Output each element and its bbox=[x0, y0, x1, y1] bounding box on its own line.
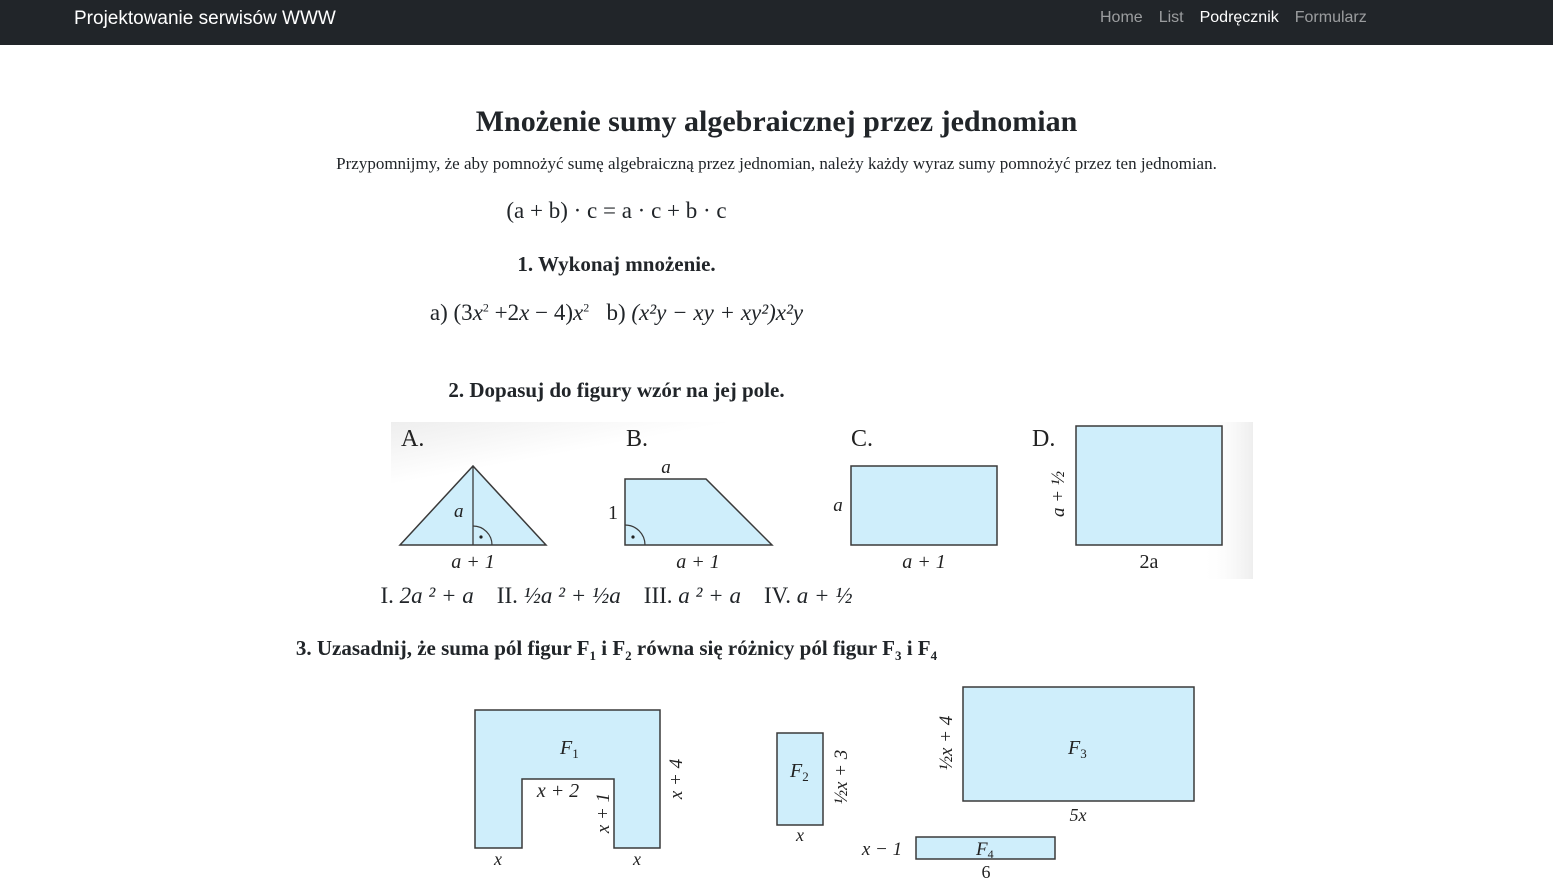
figure-f3-side-label: ½x + 4 bbox=[936, 715, 957, 770]
figure-f4: F4 x − 1 6 bbox=[861, 836, 1056, 880]
figure-f3-bottom-label: 5x bbox=[1070, 805, 1087, 825]
figure-f2-side-label: ½x + 3 bbox=[831, 750, 852, 805]
figure-f3: F3 ½x + 4 5x bbox=[936, 686, 1195, 825]
figure-f1-bottom-right-label: x bbox=[632, 849, 641, 869]
figure-f1-inner-top-label: x + 2 bbox=[536, 780, 579, 802]
figure-f1-bottom-left-label: x bbox=[493, 849, 502, 869]
figure-f1-inner-side-label: x + 1 bbox=[593, 793, 614, 834]
figure-f2-bottom-label: x bbox=[795, 825, 804, 845]
figure-f4-side-label: x − 1 bbox=[861, 839, 902, 860]
figure-f1-shape bbox=[474, 709, 661, 849]
figure-f1-right-label: x + 4 bbox=[666, 758, 687, 800]
figure-f4-bottom-label: 6 bbox=[982, 862, 991, 880]
figure-f2: F2 ½x + 3 x bbox=[776, 732, 852, 845]
figure-f1: F1 x + 2 x + 1 x + 4 x x bbox=[474, 709, 687, 869]
exercise-3-figures: F1 x + 2 x + 1 x + 4 x x F2 ½x + 3 x F3 … bbox=[474, 686, 1195, 880]
